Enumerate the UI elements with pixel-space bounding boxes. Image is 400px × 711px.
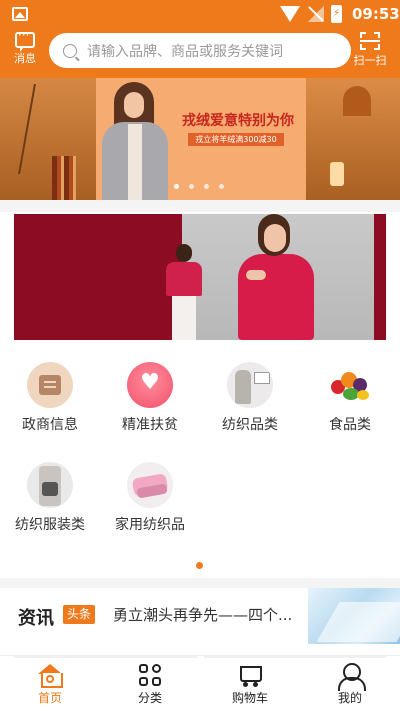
books-decoration (52, 156, 76, 200)
message-button[interactable]: 消息 (7, 28, 43, 66)
category-label: 食品类 (329, 417, 371, 433)
home-textile-icon (127, 462, 173, 508)
textile-icon (227, 362, 273, 408)
food-icon (327, 362, 373, 408)
category-label: 纺织服装类 (15, 517, 85, 533)
category-label: 家用纺织品 (115, 517, 185, 533)
scan-icon (360, 32, 380, 50)
user-icon (336, 662, 366, 691)
heart-icon (127, 362, 173, 408)
home-icon (36, 662, 64, 688)
battery-icon: ⚡ (331, 5, 342, 23)
search-input[interactable]: 请输入品牌、商品或服务关键词 (49, 33, 351, 68)
banner-subtitle: 戎立将羊绒满300减30 (188, 133, 284, 146)
category-label: 政商信息 (22, 417, 78, 433)
image-notification-icon (12, 7, 28, 21)
category-icon (136, 662, 164, 688)
headline-tag: 头条 (63, 605, 96, 624)
category-textiles[interactable]: 纺织品类 (200, 354, 300, 444)
tab-category[interactable]: 分类 (100, 662, 200, 706)
scan-label: 扫一扫 (353, 54, 387, 67)
carousel-dot[interactable] (219, 184, 224, 189)
category-label: 精准扶贫 (122, 417, 178, 433)
category-food[interactable]: 食品类 (300, 354, 400, 444)
category-home-textiles[interactable]: 家用纺织品 (100, 454, 200, 544)
promo-banner[interactable] (14, 214, 386, 340)
tab-label: 分类 (137, 691, 162, 705)
carousel-dot[interactable] (189, 184, 194, 189)
promo-model-large (234, 214, 318, 340)
cart-icon (236, 662, 264, 688)
carousel-dot[interactable] (204, 184, 209, 189)
category-gov-info[interactable]: 政商信息 (0, 354, 100, 444)
search-icon (63, 43, 77, 58)
clothing-icon (27, 462, 73, 508)
status-bar: ⚡ 09:53 (0, 0, 400, 28)
tab-profile[interactable]: 我的 (300, 662, 400, 706)
tab-label: 首页 (37, 691, 62, 705)
promo-model-small (164, 244, 204, 340)
lamp-decoration (343, 86, 371, 116)
bottom-tab-bar: 首页 分类 购物车 我的 (0, 655, 400, 711)
tab-cart[interactable]: 购物车 (200, 662, 300, 706)
document-icon (27, 362, 73, 408)
banner-carousel[interactable]: 戎绒爱意特别为你 戎立将羊绒满300减30 (0, 78, 400, 200)
news-thumbnail (308, 588, 400, 644)
category-apparel[interactable]: 纺织服装类 (0, 454, 100, 544)
app-header: ⚡ 09:53 消息 请输入品牌、商品或服务关键词 扫一扫 (0, 0, 400, 78)
tab-home[interactable]: 首页 (0, 662, 100, 706)
app-page: ⚡ 09:53 消息 请输入品牌、商品或服务关键词 扫一扫 戎绒爱意特别为你 戎… (0, 0, 400, 711)
banner-title: 戎绒爱意特别为你 (182, 113, 294, 129)
banner-model-image (100, 82, 170, 200)
carousel-indicator (174, 184, 224, 189)
section-divider (0, 200, 400, 212)
scan-button[interactable]: 扫一扫 (351, 30, 389, 68)
news-headline[interactable]: 勇立潮头再争先——四个... (113, 604, 292, 625)
carousel-dot[interactable] (174, 184, 179, 189)
status-time: 09:53 (352, 5, 400, 23)
category-poverty-aid[interactable]: 精准扶贫 (100, 354, 200, 444)
signal-icon (308, 6, 324, 22)
tab-label: 我的 (337, 691, 362, 705)
tab-label: 购物车 (231, 691, 268, 705)
wifi-icon (280, 6, 300, 22)
category-label: 纺织品类 (222, 417, 278, 433)
search-placeholder: 请输入品牌、商品或服务关键词 (87, 43, 283, 60)
news-brand: 资讯 (18, 608, 54, 629)
news-headline-bar[interactable]: 资讯 头条 勇立潮头再争先——四个... (0, 588, 400, 644)
message-label: 消息 (14, 52, 36, 65)
category-page-indicator (196, 562, 203, 569)
section-divider (0, 578, 400, 588)
message-icon (15, 28, 35, 52)
